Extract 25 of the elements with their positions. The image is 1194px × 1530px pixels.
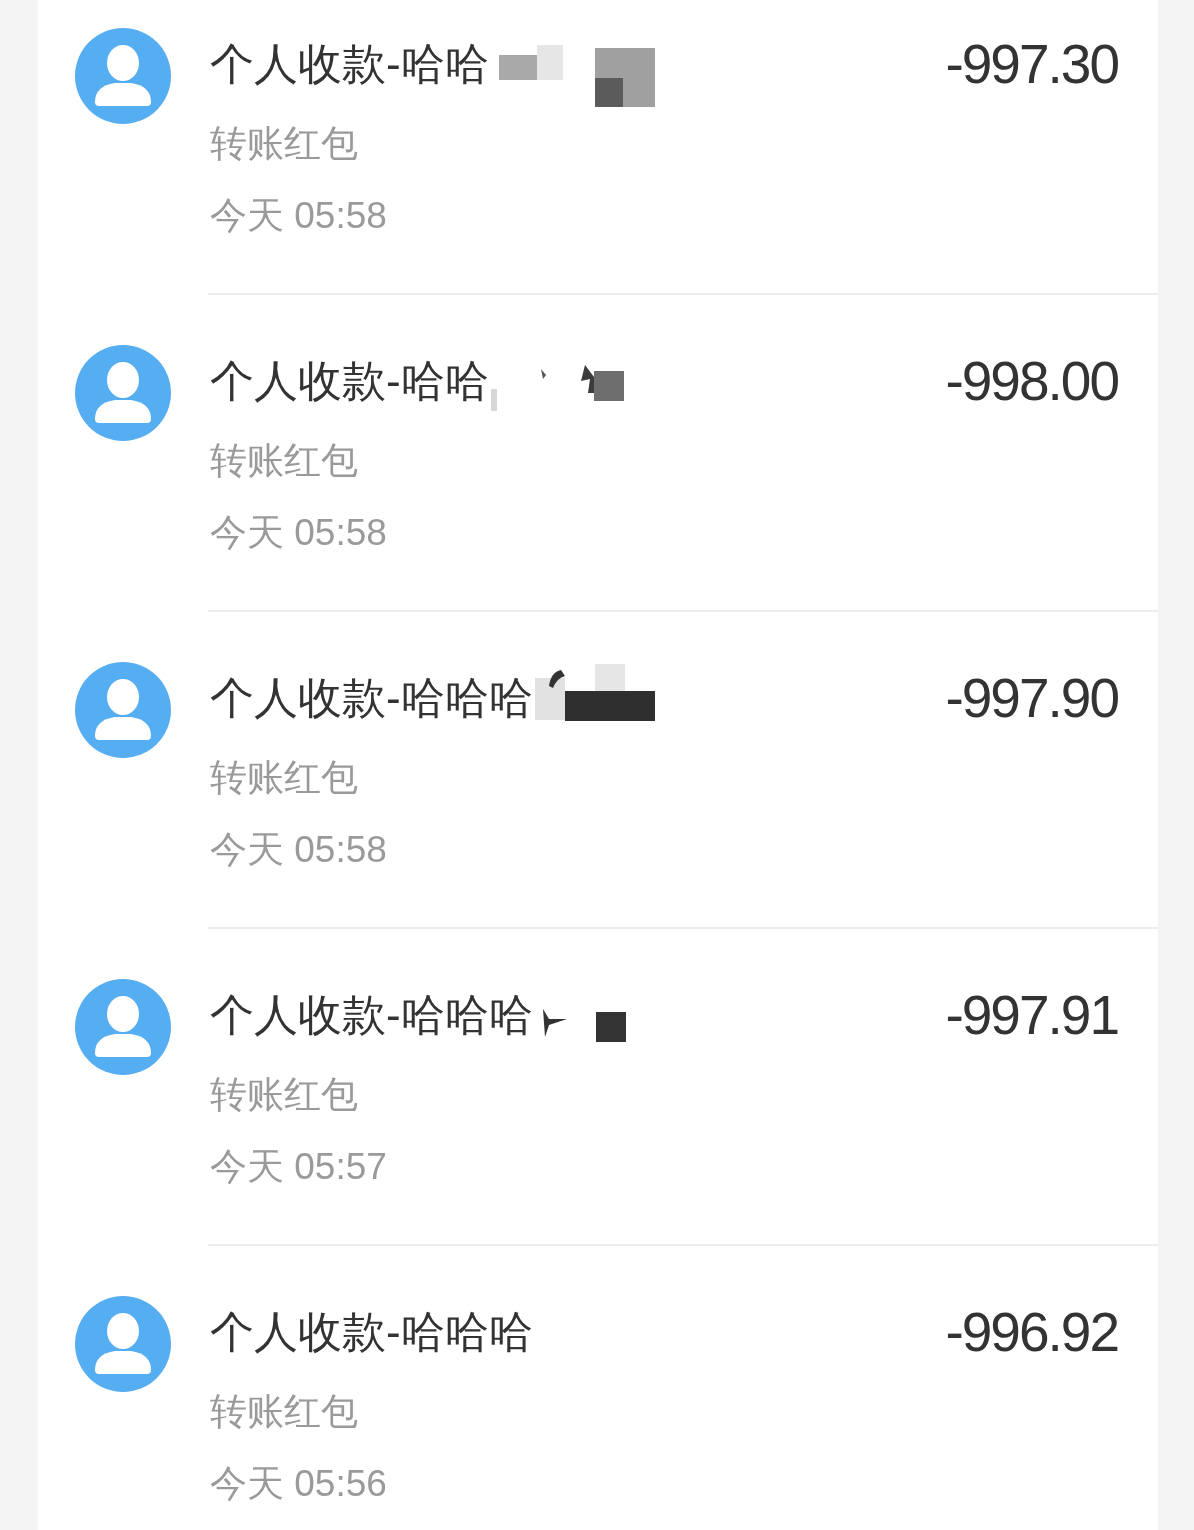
transaction-amount: -997.90 bbox=[945, 672, 1118, 724]
transaction-amount: -997.30 bbox=[945, 38, 1118, 90]
transaction-type: 转账红包 bbox=[210, 1390, 358, 1434]
avatar-icon bbox=[75, 979, 171, 1075]
transaction-amount: -997.91 bbox=[945, 989, 1118, 1041]
transaction-title: 个人收款-哈哈哈 bbox=[210, 989, 533, 1041]
avatar-icon bbox=[75, 28, 171, 124]
avatar-icon bbox=[75, 1296, 171, 1392]
transaction-amount: -996.92 bbox=[945, 1306, 1118, 1358]
transaction-time: 今天 05:58 bbox=[210, 198, 387, 234]
transaction-amount: -998.00 bbox=[945, 355, 1118, 407]
transaction-title: 个人收款-哈哈 bbox=[210, 38, 489, 90]
transaction-type: 转账红包 bbox=[210, 439, 358, 483]
transaction-time: 今天 05:56 bbox=[210, 1466, 387, 1502]
transaction-type: 转账红包 bbox=[210, 1073, 358, 1117]
transaction-title: 个人收款-哈哈哈 bbox=[210, 1306, 533, 1358]
transaction-time: 今天 05:58 bbox=[210, 515, 387, 551]
transaction-time: 今天 05:57 bbox=[210, 1149, 387, 1185]
transaction-type: 转账红包 bbox=[210, 756, 358, 800]
transaction-time: 今天 05:58 bbox=[210, 832, 387, 868]
avatar-icon bbox=[75, 345, 171, 441]
transaction-type: 转账红包 bbox=[210, 122, 358, 166]
avatar-icon bbox=[75, 662, 171, 758]
transaction-title: 个人收款-哈哈哈 bbox=[210, 672, 533, 724]
transaction-title: 个人收款-哈哈 bbox=[210, 355, 489, 407]
